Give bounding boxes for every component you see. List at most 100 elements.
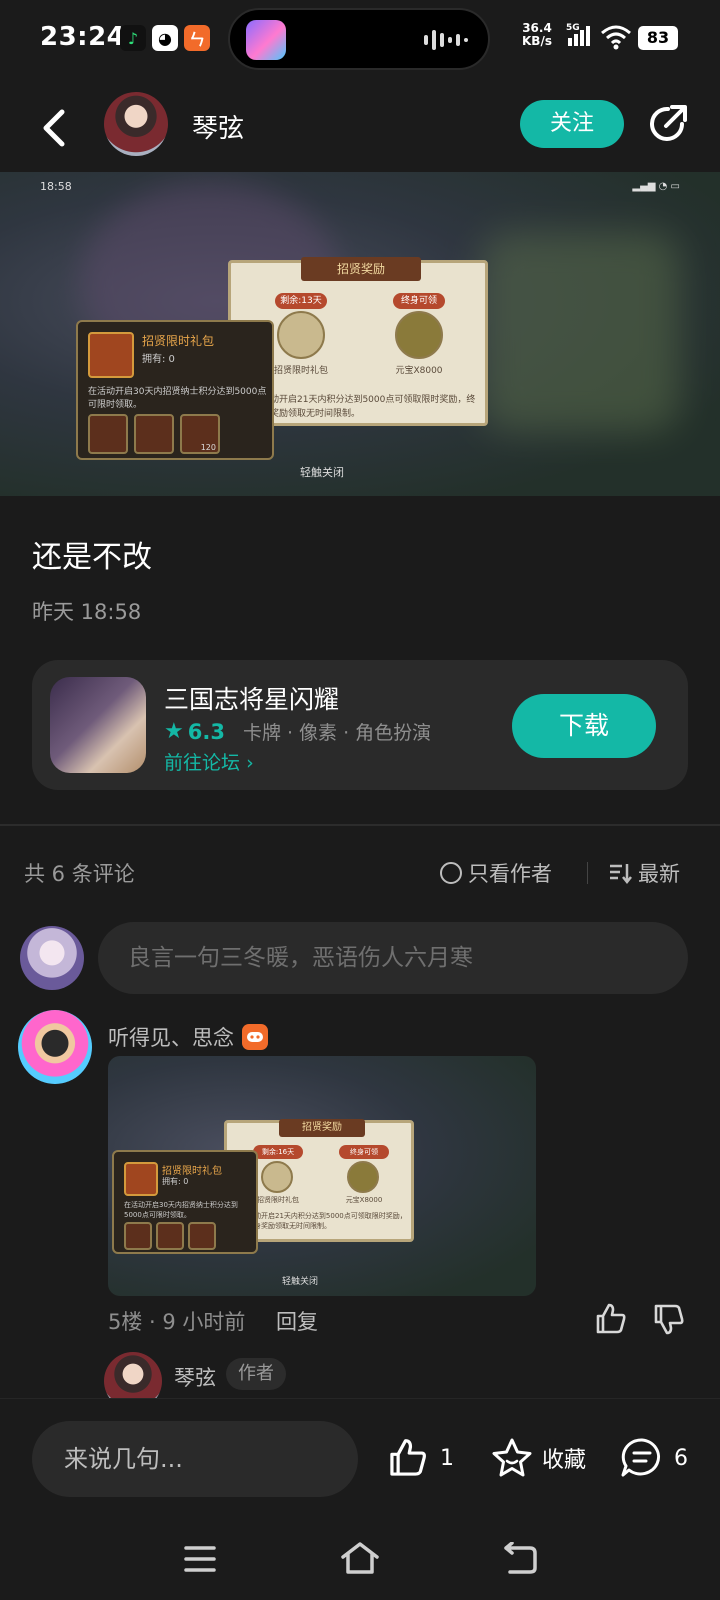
- post-title: 还是不改: [32, 540, 152, 575]
- gift-box-icon: [88, 332, 134, 378]
- follow-button[interactable]: 关注: [520, 100, 624, 148]
- ring-icon: [124, 1222, 152, 1250]
- reward-note: 活动开启21天内积分达到5000点可领取限时奖励，终身奖励领取无时间限制。: [261, 395, 476, 419]
- svg-text:5G: 5G: [566, 23, 580, 33]
- sort-label: 最新: [638, 862, 680, 886]
- chevron-right-icon: ›: [246, 752, 254, 774]
- fruit-icon: [134, 414, 174, 454]
- radio-icon: [440, 862, 462, 884]
- dynamic-island[interactable]: [228, 8, 490, 70]
- gift-title: 招贤限时礼包: [142, 334, 215, 348]
- share-icon[interactable]: [646, 102, 690, 146]
- comment-input[interactable]: 良言一句三冬暖，恶语伤人六月寒: [98, 922, 688, 994]
- remaining-tag: 剩余:13天: [275, 293, 327, 309]
- thumbs-up-icon: [390, 1439, 426, 1476]
- comment-count: 共 6 条评论: [24, 862, 135, 886]
- reward-slot: 终身可领 元宝X8000: [379, 293, 459, 376]
- reward-item-label: 元宝X8000: [345, 1196, 383, 1204]
- comment-bubble-icon: [621, 1438, 661, 1477]
- reward-panel-title: 招贤奖励: [301, 257, 421, 281]
- star-outline-icon: [492, 1438, 532, 1477]
- ring-icon: [88, 414, 128, 454]
- ingot-icon: [395, 311, 443, 359]
- say-something-input[interactable]: 来说几句...: [32, 1421, 358, 1497]
- top-nav: 琴弦 关注: [0, 88, 720, 172]
- game-tags: 卡牌 · 像素 · 角色扮演: [242, 722, 432, 744]
- taptap-app-icon: ㄣ: [184, 25, 210, 51]
- like-button[interactable]: 1: [386, 1437, 454, 1479]
- screenshot-time: 18:58: [40, 180, 72, 193]
- rating-score: 6.3: [187, 719, 225, 744]
- tap-to-close-label: 轻触关闭: [282, 1277, 319, 1287]
- commenter-name-label: 听得见、思念: [108, 1026, 234, 1050]
- like-count: 1: [440, 1445, 454, 1471]
- qq-app-icon: ◕: [152, 25, 178, 51]
- gamepad-badge-icon: [242, 1024, 268, 1050]
- gift-owned: 拥有: 0: [142, 354, 175, 365]
- forum-link-label: 前往论坛: [164, 752, 241, 774]
- reward-item-label: 元宝X8000: [395, 366, 443, 376]
- remaining-tag: 剩余:16天: [253, 1145, 303, 1159]
- game-icon[interactable]: [50, 677, 146, 773]
- download-button[interactable]: 下载: [512, 694, 656, 758]
- reply-button[interactable]: 回复: [276, 1306, 318, 1336]
- comments-button[interactable]: 6: [620, 1437, 688, 1479]
- sort-icon: [610, 864, 632, 885]
- home-icon[interactable]: [340, 1540, 380, 1576]
- gear-item-icon: 120: [180, 414, 220, 454]
- system-nav-bar: [0, 1518, 720, 1600]
- author-badge: 作者: [226, 1358, 286, 1390]
- forum-link[interactable]: 前往论坛 ›: [164, 748, 254, 775]
- thumbs-up-icon[interactable]: [594, 1302, 628, 1336]
- gift-title: 招贤限时礼包: [162, 1166, 222, 1177]
- reply-user-name[interactable]: 琴弦: [174, 1362, 216, 1392]
- claimable-tag: 终身可领: [393, 293, 445, 309]
- divider: [0, 824, 720, 826]
- gift-box-icon: [277, 311, 325, 359]
- gift-box-icon: [124, 1162, 158, 1196]
- cellular-signal-icon: 5G: [566, 23, 590, 46]
- music-app-icon: ♪: [120, 25, 146, 51]
- tap-to-close-label: 轻触关闭: [300, 466, 344, 479]
- divider: [587, 862, 588, 884]
- sort-toggle[interactable]: 最新: [608, 858, 680, 888]
- status-time: 23:24: [40, 22, 126, 52]
- commenter-name[interactable]: 听得见、思念: [108, 1022, 268, 1052]
- back-arrow-icon[interactable]: [36, 104, 76, 152]
- comment-count-bottom: 6: [674, 1445, 688, 1471]
- star-icon: ★: [164, 719, 184, 744]
- gift-items: [124, 1222, 216, 1250]
- favorite-button[interactable]: 收藏: [490, 1437, 586, 1479]
- bottom-action-bar: 来说几句... 1 收藏 6: [0, 1398, 720, 1518]
- gift-pack-tooltip: 招贤限时礼包 拥有: 0 在活动开启30天内招贤纳士积分达到5000点可限时领取…: [76, 320, 274, 460]
- gift-description: 在活动开启30天内招贤纳士积分达到5000点可限时领取。: [124, 1201, 238, 1219]
- running-app-icon: [246, 20, 286, 60]
- gift-items: 120: [88, 414, 220, 454]
- thumbs-down-icon[interactable]: [652, 1302, 686, 1336]
- author-avatar[interactable]: [104, 92, 168, 156]
- only-author-toggle[interactable]: 只看作者: [440, 858, 552, 888]
- post-image[interactable]: 18:58 ▂▄▆ ◔ ▭ 招贤奖励 剩余:13天 招贤限时礼包 终身可领 元宝…: [0, 172, 720, 496]
- reward-panel-title: 招贤奖励: [279, 1119, 365, 1137]
- post-time: 昨天 18:58: [32, 600, 142, 624]
- reward-note: 活动开启21天内积分达到5000点可领取限时奖励，终身奖励领取无时间限制。: [247, 1212, 407, 1230]
- audio-wave-icon: [424, 30, 468, 50]
- status-bar: 23:24 ♪ ◕ ㄣ 36.4 KB/s 5G 83: [0, 0, 720, 80]
- comment-image[interactable]: 招贤奖励 剩余:16天 招贤限时礼包 终身可领 元宝X8000 活动开启21天内…: [108, 1056, 536, 1296]
- gift-box-icon: [261, 1161, 293, 1193]
- back-gesture-icon[interactable]: [502, 1542, 538, 1576]
- commenter-avatar[interactable]: [18, 1010, 92, 1084]
- author-name[interactable]: 琴弦: [192, 108, 244, 145]
- only-author-label: 只看作者: [468, 862, 552, 886]
- game-name[interactable]: 三国志将星闪耀: [164, 680, 339, 716]
- notification-icons: ♪ ◕ ㄣ: [120, 25, 210, 51]
- game-rating: ★ 6.3 卡牌 · 像素 · 角色扮演: [164, 718, 431, 745]
- background-blur: [480, 232, 680, 432]
- claimable-tag: 终身可领: [339, 1145, 389, 1159]
- battery-icon: 83: [638, 26, 678, 50]
- menu-icon[interactable]: [184, 1544, 216, 1574]
- game-card[interactable]: 三国志将星闪耀 ★ 6.3 卡牌 · 像素 · 角色扮演 前往论坛 › 下载: [32, 660, 688, 790]
- gift-pack-tooltip: 招贤限时礼包 拥有: 0 在活动开启30天内招贤纳士积分达到5000点可限时领取…: [112, 1150, 258, 1254]
- gift-owned: 拥有: 0: [162, 1177, 189, 1186]
- wifi-icon: [601, 25, 631, 50]
